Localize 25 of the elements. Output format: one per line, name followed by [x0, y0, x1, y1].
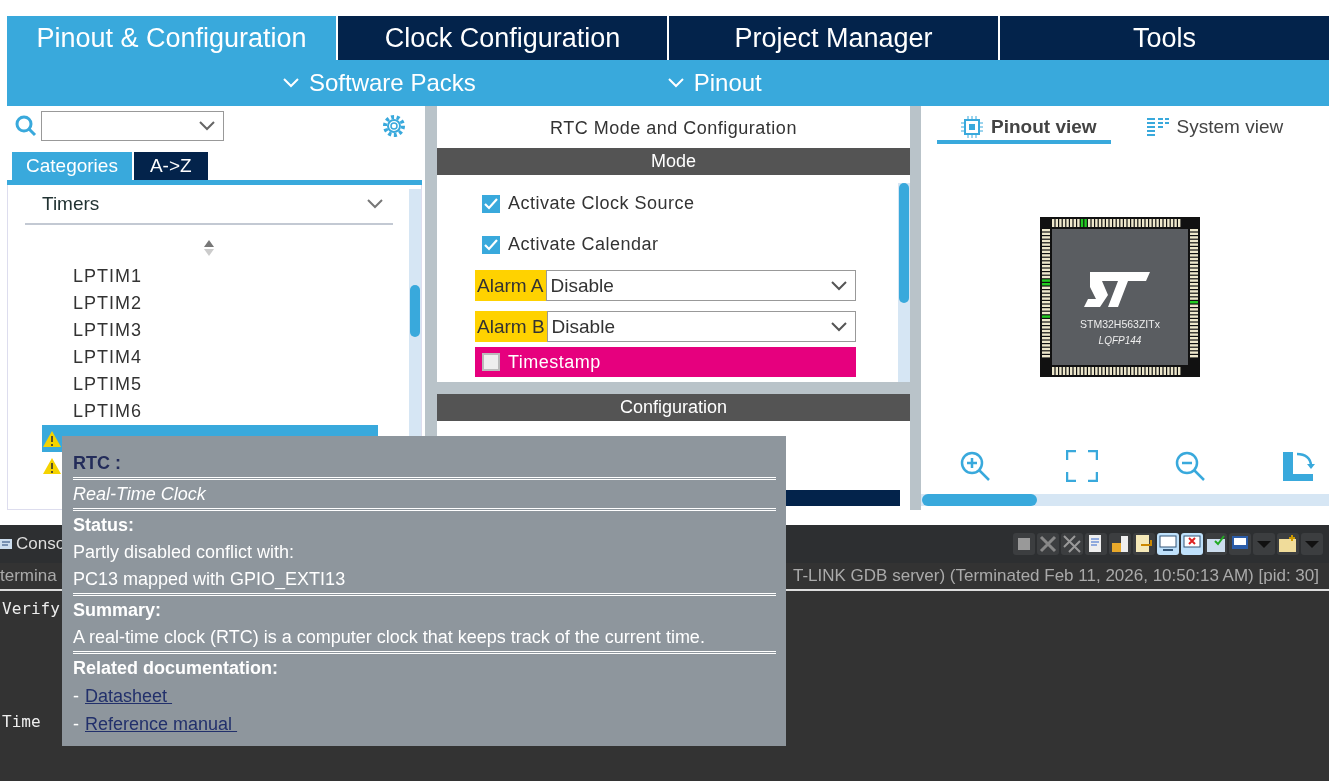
list-dash: - [73, 713, 79, 736]
tooltip-text: A real-time clock (RTC) is a computer clock that keeps track of the current time. [73, 626, 706, 649]
checkbox-label: Activate Calendar [508, 234, 659, 255]
tooltip-text: Partly disabled conflict with: [73, 541, 296, 564]
category-label: Timers [42, 193, 100, 215]
tooltip-subtitle: Real-Time Clock [73, 483, 207, 506]
section-header: Mode [437, 148, 910, 175]
tooltip-heading: Status: [73, 514, 135, 537]
chip-name: STM32H563ZITx [1080, 318, 1160, 330]
process-label: termina [0, 566, 57, 586]
tooltip-heading: Related documentation: [73, 657, 279, 680]
tooltip-heading: Summary: [73, 599, 163, 622]
tooltip-title: RTC : [73, 452, 122, 475]
tooltip-text: PC13 mapped with GPIO_EXTI13 [73, 568, 347, 592]
panel-title: RTC Mode and Configuration [437, 106, 910, 148]
section-header: Configuration [437, 394, 910, 421]
field-label: Alarm A [475, 270, 546, 301]
console-line: Verify [2, 599, 60, 618]
checkbox-label: Timestamp [508, 351, 601, 373]
console-line: Time [2, 712, 41, 731]
package-name: LQFP144 [1098, 335, 1142, 346]
list-dash: - [73, 685, 79, 708]
checkbox-label: Activate Clock Source [508, 193, 695, 214]
field-label: Alarm B [475, 311, 547, 342]
process-label: T-LINK GDB server) (Terminated Feb 11, 2026, 10:50:13 AM) [pid: 30] [793, 566, 1319, 586]
